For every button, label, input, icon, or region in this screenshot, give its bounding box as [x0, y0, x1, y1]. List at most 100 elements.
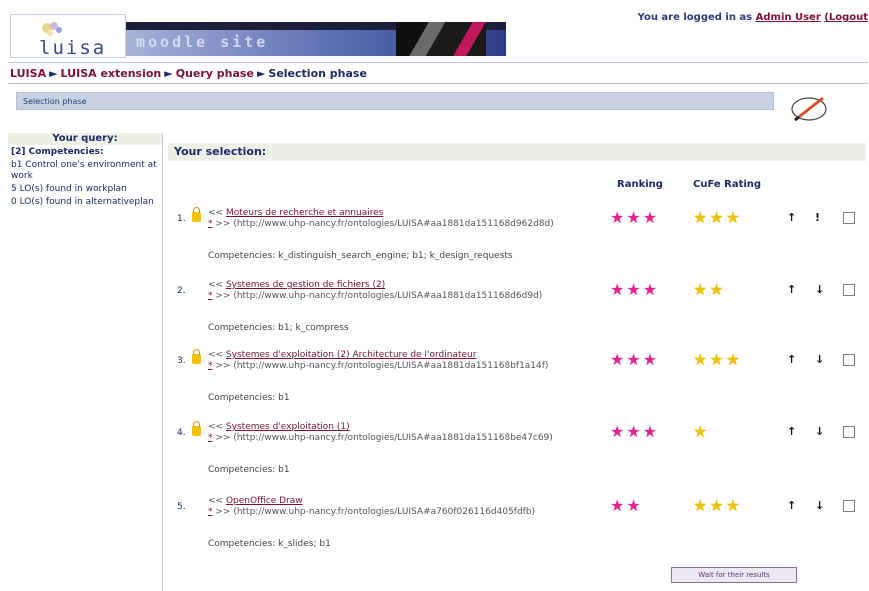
cufe-rating-stars: ★★	[693, 280, 726, 299]
move-up-icon[interactable]: ↑	[787, 425, 796, 438]
sidebar-competency: b1 Control one's environment at work	[11, 160, 157, 181]
move-down-icon[interactable]: ↓	[815, 425, 824, 438]
table-row: 2. << Systemes de gestion de fichiers (2)…	[170, 278, 866, 338]
result-uri: (http://www.uhp-nancy.fr/ontologies/LUIS…	[233, 291, 543, 301]
asterisk-icon[interactable]: *	[208, 433, 213, 443]
result-uri-line: * >> (http://www.uhp-nancy.fr/ontologies…	[208, 219, 554, 229]
site-name: moodle site	[136, 33, 269, 51]
result-uri-line: * >> (http://www.uhp-nancy.fr/ontologies…	[208, 291, 543, 301]
result-uri: (http://www.uhp-nancy.fr/ontologies/LUIS…	[233, 433, 553, 443]
result-title-line: << Systemes de gestion de fichiers (2)	[208, 280, 385, 290]
sidebar-title: Your query:	[8, 133, 162, 145]
cufe-rating-stars: ★★★	[693, 208, 743, 227]
asterisk-icon[interactable]: *	[208, 219, 213, 229]
result-title-link[interactable]: Systemes de gestion de fichiers (2)	[226, 280, 385, 290]
select-checkbox[interactable]	[843, 212, 855, 224]
breadcrumb-query-phase[interactable]: Query phase	[176, 67, 254, 80]
breadcrumb: LUISA ► LUISA extension ► Query phase ► Select…	[8, 62, 868, 84]
cufe-rating-stars: ★★★	[693, 496, 743, 515]
asterisk-icon[interactable]: *	[208, 361, 213, 371]
edit-pen-icon[interactable]	[787, 92, 831, 124]
result-number: 1.	[177, 214, 186, 224]
ranking-stars: ★★★	[610, 350, 660, 369]
select-checkbox[interactable]	[843, 284, 855, 296]
result-number: 4.	[177, 428, 186, 438]
breadcrumb-luisa[interactable]: LUISA	[10, 67, 46, 80]
left-arrows-icon: <<	[208, 280, 226, 290]
select-checkbox[interactable]	[843, 500, 855, 512]
result-title-line: << OpenOffice Draw	[208, 496, 303, 506]
result-title-link[interactable]: OpenOffice Draw	[226, 496, 303, 506]
breadcrumb-separator-icon: ►	[164, 67, 173, 80]
selection-title: Your selection:	[174, 145, 267, 158]
select-checkbox[interactable]	[843, 354, 855, 366]
wait-results-button[interactable]: Wait for their results	[671, 567, 797, 583]
result-number: 3.	[177, 356, 186, 366]
breadcrumb-luisa-extension[interactable]: LUISA extension	[61, 67, 162, 80]
breadcrumb-selection-phase: Selection phase	[268, 67, 367, 80]
luisa-logo[interactable]: luisa	[10, 14, 126, 59]
result-number: 2.	[177, 286, 186, 296]
breadcrumb-separator-icon: ►	[256, 67, 266, 80]
move-down-icon[interactable]: ↓	[815, 499, 824, 512]
result-title-link[interactable]: Moteurs de recherche et annuaires	[226, 208, 383, 218]
result-competencies: Competencies: k_slides; b1	[208, 539, 331, 549]
user-link[interactable]: Admin User	[756, 12, 821, 23]
move-down-icon[interactable]: ↓	[815, 353, 824, 366]
result-competencies: Competencies: k_distinguish_search_engin…	[208, 251, 513, 261]
table-row: 4. << Systemes d'exploitation (1) * >> (ht…	[170, 420, 866, 480]
move-down-icon[interactable]: ↓	[815, 283, 824, 296]
banner-image	[396, 22, 486, 56]
login-info: You are logged in as Admin User (Logout	[638, 12, 868, 23]
sidebar-workplan-count: 5 LO(s) found in workplan	[11, 184, 127, 194]
result-uri: (http://www.uhp-nancy.fr/ontologies/LUIS…	[233, 507, 536, 517]
asterisk-icon[interactable]: *	[208, 507, 213, 517]
move-up-icon[interactable]: ↑	[787, 283, 796, 296]
result-competencies: Competencies: b1	[208, 465, 290, 475]
ranking-stars: ★★★	[610, 422, 660, 441]
table-row: 5. << OpenOffice Draw * >> (http://www.uhp…	[170, 494, 866, 554]
table-row: 1. << Moteurs de recherche et annuaires * …	[170, 206, 866, 266]
left-arrows-icon: <<	[208, 208, 226, 218]
move-up-icon[interactable]: ↑	[787, 353, 796, 366]
lock-icon	[192, 207, 201, 222]
ranking-column-header: Ranking	[617, 179, 663, 190]
table-row: 3. << Systemes d'exploitation (2) Archite…	[170, 348, 866, 408]
lock-icon	[192, 349, 201, 364]
result-title-line: << Moteurs de recherche et annuaires	[208, 208, 383, 218]
ranking-stars: ★★	[610, 496, 643, 515]
selection-title-bar: Your selection:	[168, 143, 866, 161]
move-down-icon[interactable]: !	[815, 211, 820, 224]
result-uri: (http://www.uhp-nancy.fr/ontologies/LUIS…	[233, 361, 549, 371]
ranking-stars: ★★★	[610, 280, 660, 299]
result-competencies: Competencies: b1	[208, 393, 290, 403]
result-uri-line: * >> (http://www.uhp-nancy.fr/ontologies…	[208, 361, 549, 371]
query-sidebar: Your query: [2] Competencies: b1 Control…	[8, 133, 163, 591]
site-banner: moodle site	[126, 22, 506, 56]
result-uri: (http://www.uhp-nancy.fr/ontologies/LUIS…	[233, 219, 554, 229]
select-checkbox[interactable]	[843, 426, 855, 438]
result-competencies: Competencies: b1; k_compress	[208, 323, 349, 333]
move-up-icon[interactable]: ↑	[787, 211, 796, 224]
logo-text: luisa	[39, 37, 107, 59]
result-number: 5.	[177, 502, 186, 512]
ranking-stars: ★★★	[610, 208, 660, 227]
breadcrumb-separator-icon: ►	[49, 67, 58, 80]
logout-link[interactable]: (Logout	[824, 12, 868, 23]
asterisk-icon[interactable]: *	[208, 291, 213, 301]
left-arrows-icon: <<	[208, 422, 226, 432]
left-arrows-icon: <<	[208, 496, 226, 506]
sidebar-competencies-label: [2] Competencies:	[11, 147, 104, 157]
move-up-icon[interactable]: ↑	[787, 499, 796, 512]
phase-bar-label: Selection phase	[23, 97, 87, 106]
login-prefix: You are logged in as	[637, 12, 753, 23]
result-title-link[interactable]: Systemes d'exploitation (2) Architecture…	[226, 350, 477, 360]
sidebar-alternativeplan-count: 0 LO(s) found in alternativeplan	[11, 197, 154, 207]
cufe-rating-stars: ★	[693, 422, 710, 441]
phase-bar: Selection phase	[16, 92, 774, 110]
result-uri-line: * >> (http://www.uhp-nancy.fr/ontologies…	[208, 507, 536, 517]
result-title-line: << Systemes d'exploitation (2) Architect…	[208, 350, 476, 360]
cufe-rating-column-header: CuFe Rating	[693, 179, 762, 190]
lock-icon	[192, 421, 201, 436]
result-title-link[interactable]: Systemes d'exploitation (1)	[226, 422, 350, 432]
